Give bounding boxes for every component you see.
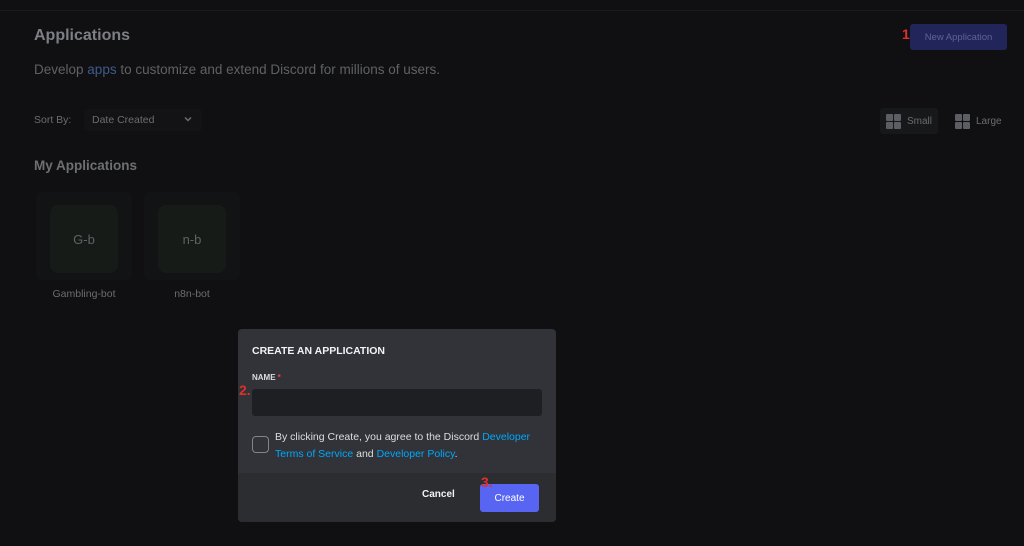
cancel-button[interactable]: Cancel [422,489,455,500]
name-label: NAME * [252,373,281,382]
page-subtitle: Develop apps to customize and extend Dis… [34,62,440,77]
app-name: Gambling-bot [52,288,116,300]
agree-period: . [454,448,458,460]
name-input[interactable] [252,389,542,416]
view-small-toggle[interactable]: Small [880,108,939,134]
page-title: Applications [34,27,131,44]
new-application-button[interactable]: New Application [910,24,1007,50]
app-icon: n-b [158,205,226,273]
grid-small-icon [886,113,901,129]
modal-title: CREATE AN APPLICATION [252,345,385,357]
sort-value: Date Created [92,114,155,126]
subtitle-suffix: to customize and extend Discord for mill… [120,62,440,77]
view-large-toggle[interactable]: Large [949,108,1008,134]
agree-and: and [356,448,374,460]
view-large-label: Large [976,115,1002,127]
sort-label: Sort By: [34,114,72,126]
grid-large-icon [955,113,970,129]
agree-prefix: By clicking Create, you agree to the Dis… [275,431,480,443]
step-marker-2: 2. [239,382,251,398]
chevron-down-icon [184,116,192,122]
policy-link[interactable]: Developer Policy [377,448,455,460]
app-name: n8n-bot [174,288,210,300]
agree-checkbox[interactable] [252,436,269,453]
app-icon: G-b [50,205,118,273]
my-applications-heading: My Applications [34,158,138,173]
name-label-text: NAME [252,373,276,382]
agree-text: By clicking Create, you agree to the Dis… [275,429,545,463]
step-marker-3: 3. [481,474,493,490]
view-small-label: Small [907,115,933,127]
modal-footer: Cancel Create [238,473,556,522]
sort-dropdown[interactable]: Date Created [84,109,202,131]
subtitle-prefix: Develop [34,62,84,77]
required-marker: * [277,373,281,382]
top-divider [0,10,1024,11]
create-application-modal: CREATE AN APPLICATION NAME * By clicking … [238,329,556,522]
apps-link[interactable]: apps [87,62,116,77]
